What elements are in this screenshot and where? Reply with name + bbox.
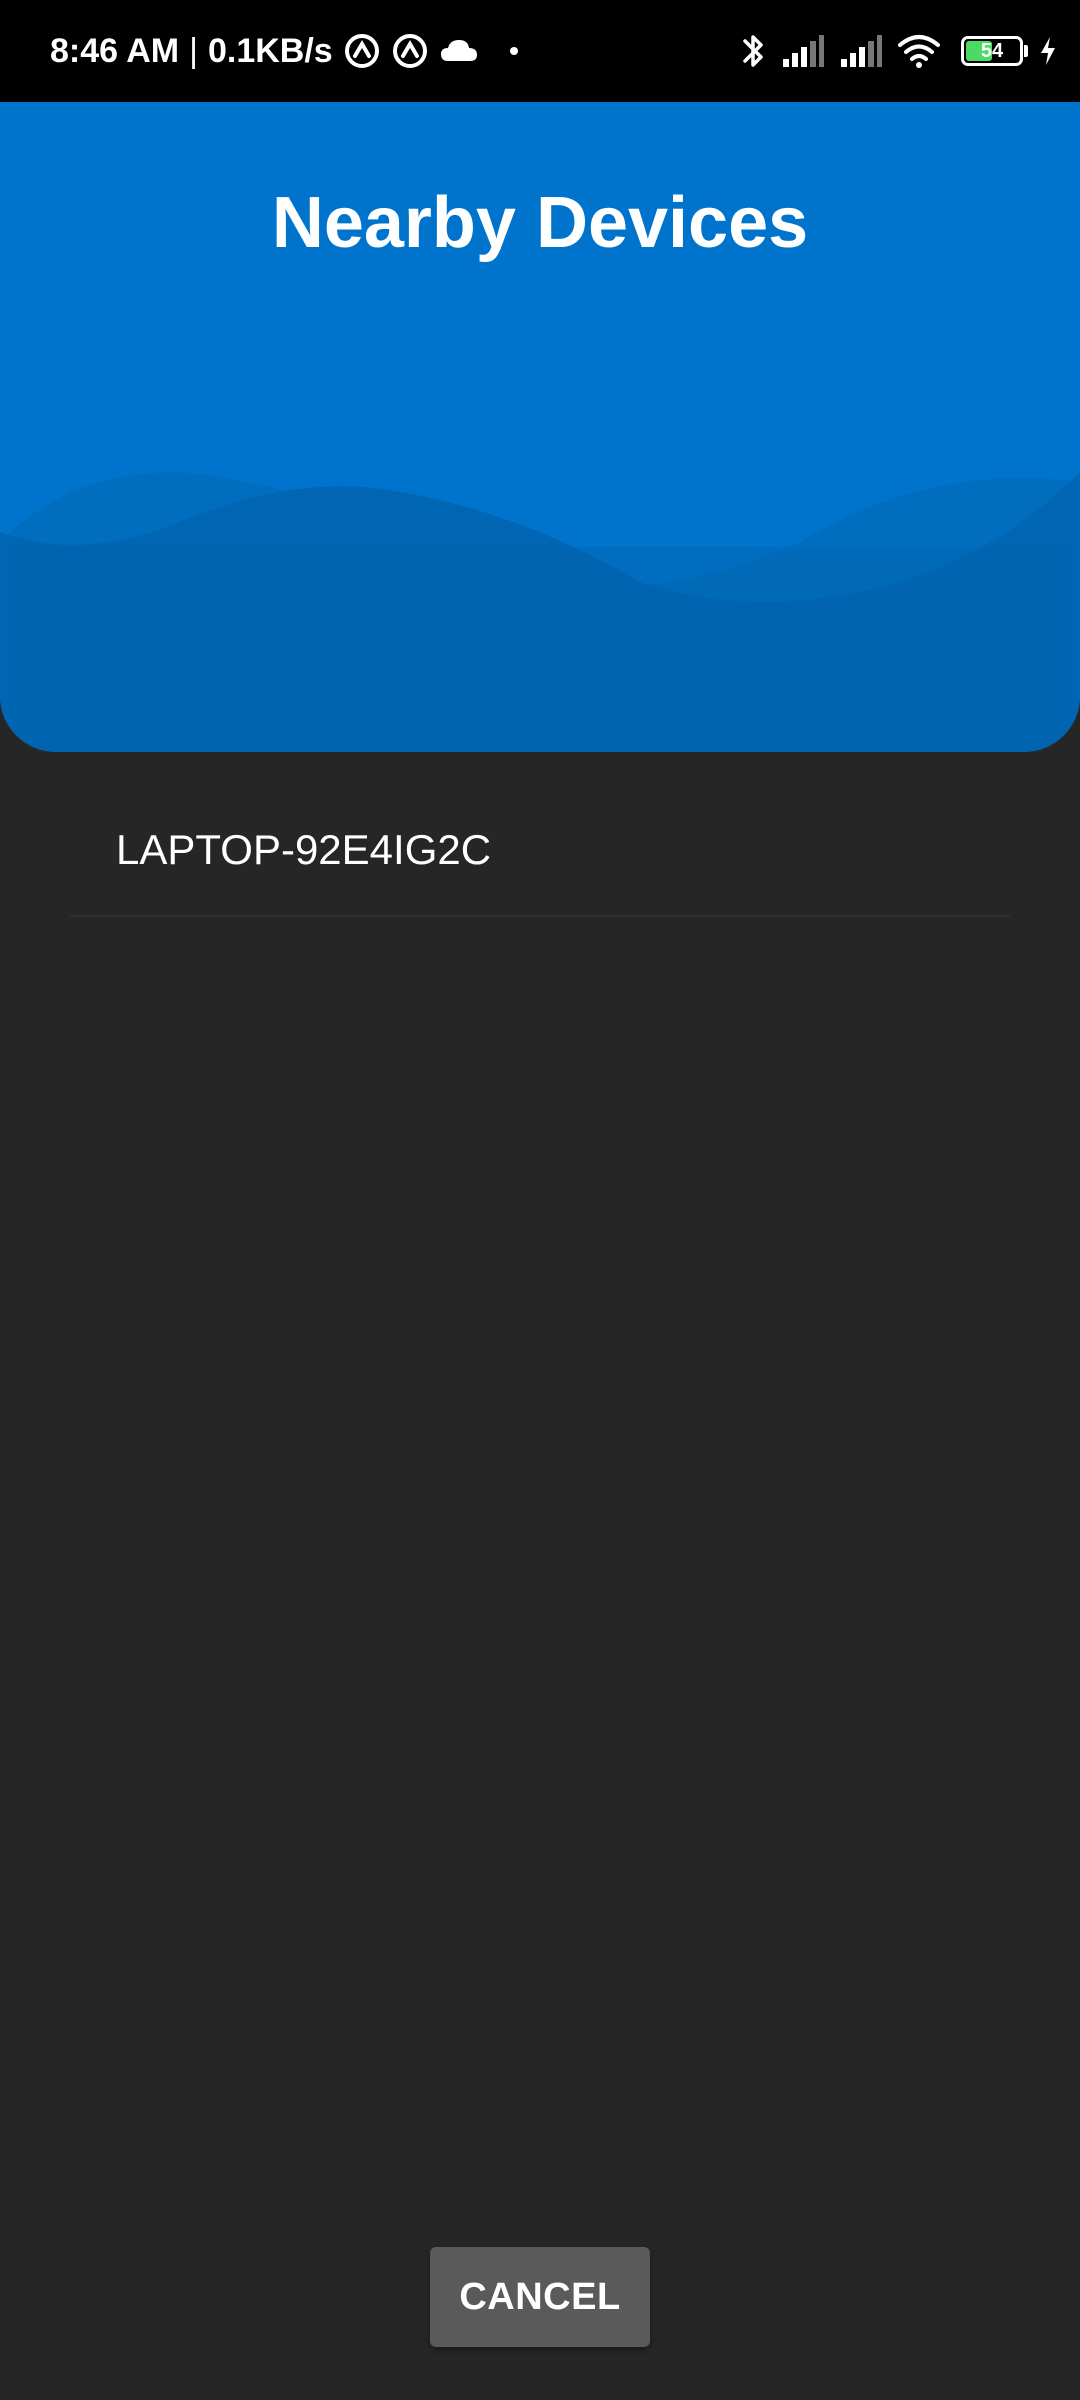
battery-level: 54 [980,39,1004,62]
device-list: LAPTOP-92E4IG2C [70,752,1010,917]
status-separator: | [189,31,198,70]
battery-icon: 54 [961,36,1028,66]
signal-icon [781,33,825,69]
status-bar: 8:46 AM | 0.1KB/s 54 [0,0,1080,102]
header-panel: Nearby Devices [0,102,1080,752]
status-bar-left: 8:46 AM | 0.1KB/s [50,0,519,102]
battery-tip [1024,45,1028,57]
bluetooth-icon [741,31,767,71]
status-time: 8:46 AM [50,31,180,70]
sync-icon [391,32,429,70]
charging-icon [1038,35,1058,67]
sync-icon [343,32,381,70]
network-speed: 0.1KB/s [207,31,333,70]
signal-icon [839,33,883,69]
nearby-devices-screen: 8:46 AM | 0.1KB/s 54 Nearby Devices LAPT… [0,0,1080,2400]
device-item[interactable]: LAPTOP-92E4IG2C [70,752,1010,917]
battery-body: 54 [961,36,1023,66]
dot-icon [509,46,519,56]
wifi-icon [897,33,941,69]
cloud-icon [439,36,479,66]
device-name: LAPTOP-92E4IG2C [116,826,492,873]
cancel-button[interactable]: CANCEL [430,2247,650,2347]
page-title: Nearby Devices [271,183,809,263]
status-bar-right: 54 [727,0,1058,102]
